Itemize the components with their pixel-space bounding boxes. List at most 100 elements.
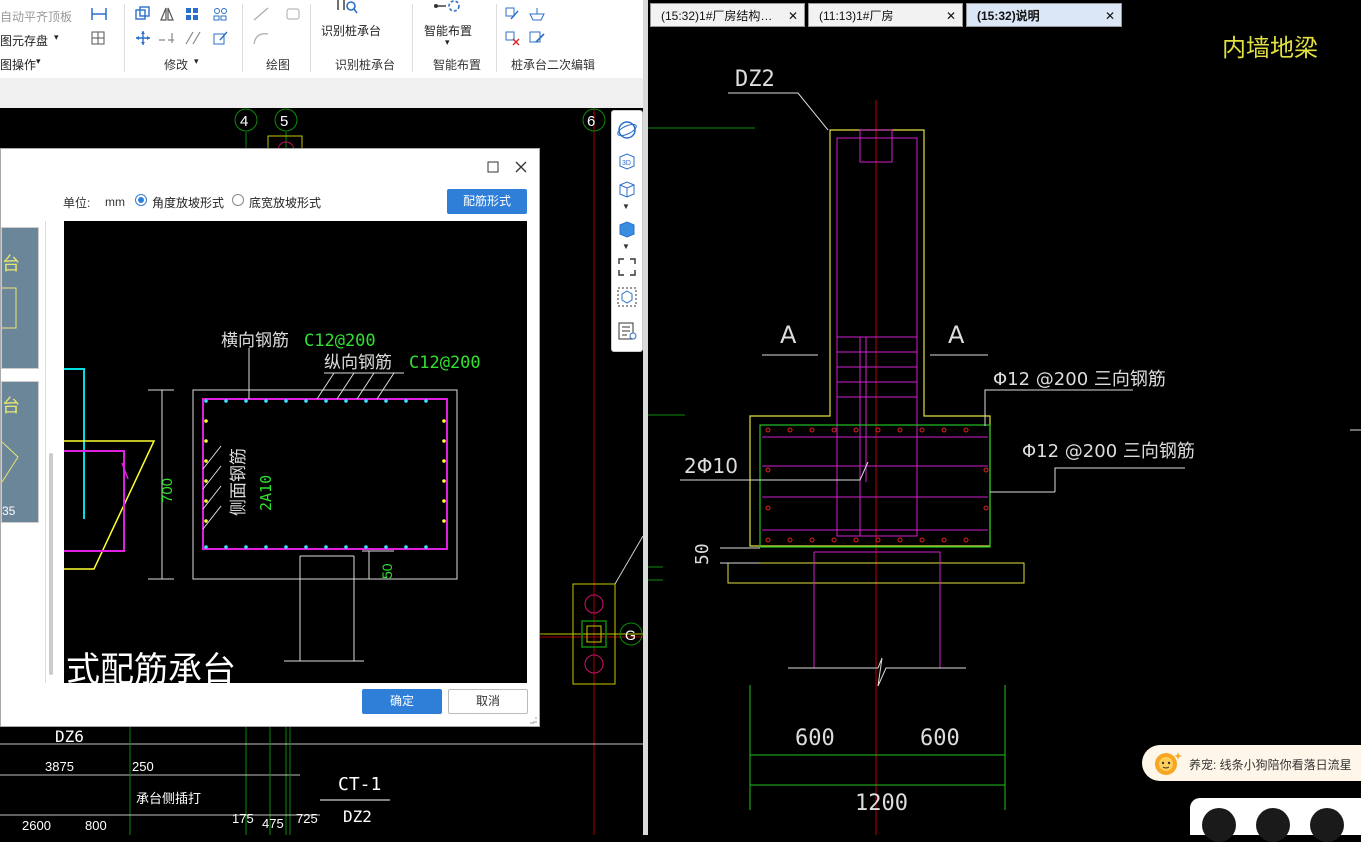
chevron-down-icon[interactable]: ▼ bbox=[622, 242, 630, 251]
separator bbox=[124, 4, 125, 72]
extend-icon[interactable] bbox=[158, 30, 176, 46]
thumbnail-text: 35 bbox=[2, 504, 16, 518]
cad-canvas-right[interactable]: 内墙地梁 DZ2 A A Φ12 @200 三向钢筋 Φ12 @200 三向钢筋… bbox=[648, 30, 1361, 835]
bars-note: 2Φ10 bbox=[684, 454, 738, 478]
rebar-dot bbox=[831, 537, 837, 543]
transverse-rebar-label: 横向钢筋 bbox=[221, 331, 289, 351]
array-icon[interactable] bbox=[184, 6, 202, 22]
radio-angle-slope[interactable] bbox=[135, 194, 147, 206]
solid-cube-icon[interactable] bbox=[617, 219, 637, 239]
chevron-down-icon[interactable]: ▾ bbox=[36, 56, 41, 67]
arc-icon[interactable] bbox=[252, 30, 270, 46]
tab-structure[interactable]: (15:32)1#厂房结构… ✕ bbox=[650, 3, 805, 27]
rebar-dot bbox=[442, 419, 446, 423]
rectangle-icon[interactable] bbox=[284, 6, 302, 22]
box-select-icon[interactable] bbox=[617, 287, 637, 307]
dim-700: 700 bbox=[159, 478, 176, 503]
label-dz2-left: DZ2 bbox=[343, 807, 372, 826]
thumbnail-item[interactable]: 台 35 bbox=[1, 381, 39, 523]
rebar-dot bbox=[364, 545, 368, 549]
label-dz6: DZ6 bbox=[55, 727, 84, 746]
radio-angle-slope-label[interactable]: 角度放坡形式 bbox=[152, 194, 224, 211]
thumbnail-item[interactable]: 台 bbox=[1, 227, 39, 369]
chevron-down-icon[interactable]: ▾ bbox=[445, 37, 450, 48]
cap-pen-icon[interactable] bbox=[528, 30, 546, 46]
rebar-dot bbox=[384, 545, 388, 549]
axis-label-6: 6 bbox=[587, 113, 595, 130]
ribbon-subbar bbox=[0, 78, 643, 109]
break-icon[interactable] bbox=[184, 30, 202, 46]
rebar-dot bbox=[204, 545, 208, 549]
rebar-dot bbox=[204, 459, 208, 463]
identify-pile-cap-icon[interactable] bbox=[336, 0, 358, 16]
fit-view-icon[interactable] bbox=[617, 257, 637, 277]
cancel-button[interactable]: 取消 bbox=[448, 689, 528, 714]
rebar-dot bbox=[224, 545, 228, 549]
tab-plant[interactable]: (11:13)1#厂房 ✕ bbox=[808, 3, 963, 27]
rebar-dot bbox=[204, 399, 208, 403]
drawing-title: 内墙地梁 bbox=[1222, 34, 1318, 62]
dim-475: 475 bbox=[262, 816, 284, 831]
display-settings-icon[interactable] bbox=[617, 321, 637, 341]
rebar-dot bbox=[983, 467, 989, 473]
dim-725: 725 bbox=[296, 811, 318, 826]
rebar-dot bbox=[404, 545, 408, 549]
close-icon[interactable]: ✕ bbox=[788, 4, 798, 26]
dim-1200: 1200 bbox=[855, 791, 908, 816]
unit-value: mm bbox=[105, 195, 125, 209]
close-icon[interactable] bbox=[515, 161, 527, 173]
rebar-dot bbox=[442, 459, 446, 463]
cube-view-icon[interactable] bbox=[617, 179, 637, 199]
cap-delete-icon[interactable] bbox=[504, 30, 522, 46]
rebar-dot bbox=[897, 427, 903, 433]
points-icon[interactable] bbox=[212, 6, 230, 22]
drawing-ops-menu[interactable]: 图操作 bbox=[0, 56, 36, 73]
drawing-tab-bar: (15:32)1#厂房结构… ✕ (11:13)1#厂房 ✕ (15:32)说明 ✕ bbox=[648, 0, 1361, 30]
radio-width-slope[interactable] bbox=[232, 194, 244, 206]
cap-edit-icon[interactable] bbox=[504, 6, 522, 22]
rebar-dot bbox=[304, 545, 308, 549]
green-frame-lines bbox=[648, 100, 877, 835]
pet-notification[interactable]: 养宠: 线条小狗陪你看落日流星 bbox=[1142, 745, 1361, 781]
chevron-down-icon[interactable]: ▼ bbox=[622, 202, 630, 211]
radio-width-slope-label[interactable]: 底宽放坡形式 bbox=[249, 194, 321, 211]
smile-face-icon[interactable] bbox=[1256, 808, 1290, 842]
sad-face-icon[interactable] bbox=[1310, 808, 1344, 842]
chevron-down-icon[interactable]: ▾ bbox=[54, 32, 59, 43]
edit-icon[interactable] bbox=[212, 30, 230, 46]
thumbnail-scrollbar[interactable] bbox=[49, 453, 53, 675]
view-3d-icon[interactable]: 3D bbox=[617, 151, 637, 171]
identify-pile-cap-button[interactable]: 识别桩承台 bbox=[321, 22, 381, 39]
chevron-down-icon[interactable]: ▾ bbox=[194, 56, 199, 67]
dim-2600: 2600 bbox=[22, 818, 51, 833]
wink-face-icon[interactable] bbox=[1202, 808, 1236, 842]
dim-175: 175 bbox=[232, 811, 254, 826]
rebar-dot bbox=[304, 399, 308, 403]
auto-align-top-button[interactable]: 自动平齐顶板 bbox=[0, 8, 72, 25]
close-icon[interactable]: ✕ bbox=[1105, 4, 1115, 26]
group-label-identify: 识别桩承台 bbox=[335, 58, 396, 72]
save-element-button[interactable]: 图元存盘 bbox=[0, 32, 48, 49]
label-dz2: DZ2 bbox=[735, 67, 775, 92]
maximize-icon[interactable] bbox=[487, 161, 499, 173]
rebar-form-button[interactable]: 配筋形式 bbox=[447, 189, 527, 214]
move-icon[interactable] bbox=[134, 30, 152, 46]
resize-grip-icon[interactable] bbox=[527, 714, 537, 724]
ok-button[interactable]: 确定 bbox=[362, 689, 442, 714]
close-icon[interactable]: ✕ bbox=[946, 4, 956, 26]
tab-label: (11:13)1#厂房 bbox=[819, 9, 894, 23]
rebar-dot bbox=[204, 419, 208, 423]
tab-notes[interactable]: (15:32)说明 ✕ bbox=[966, 3, 1122, 27]
ribbon-toolbar: 自动平齐顶板 图元存盘 ▾ 图操作 ▾ 修改 ▾ 绘图 识别桩承台 识别桩承台 … bbox=[0, 0, 643, 79]
orbit-icon[interactable] bbox=[616, 119, 638, 141]
smart-layout-icon[interactable] bbox=[432, 0, 462, 16]
copy-icon[interactable] bbox=[134, 6, 152, 22]
mirror-icon[interactable] bbox=[158, 6, 176, 22]
dimension-icon[interactable] bbox=[90, 6, 108, 22]
cap-bowl-icon[interactable] bbox=[528, 6, 546, 22]
grid-icon[interactable] bbox=[90, 30, 108, 46]
dim-600-right: 600 bbox=[920, 726, 960, 751]
preview-big-title: 式配筋承台 bbox=[66, 650, 236, 683]
line-icon[interactable] bbox=[252, 6, 270, 22]
rebar-dot bbox=[284, 399, 288, 403]
